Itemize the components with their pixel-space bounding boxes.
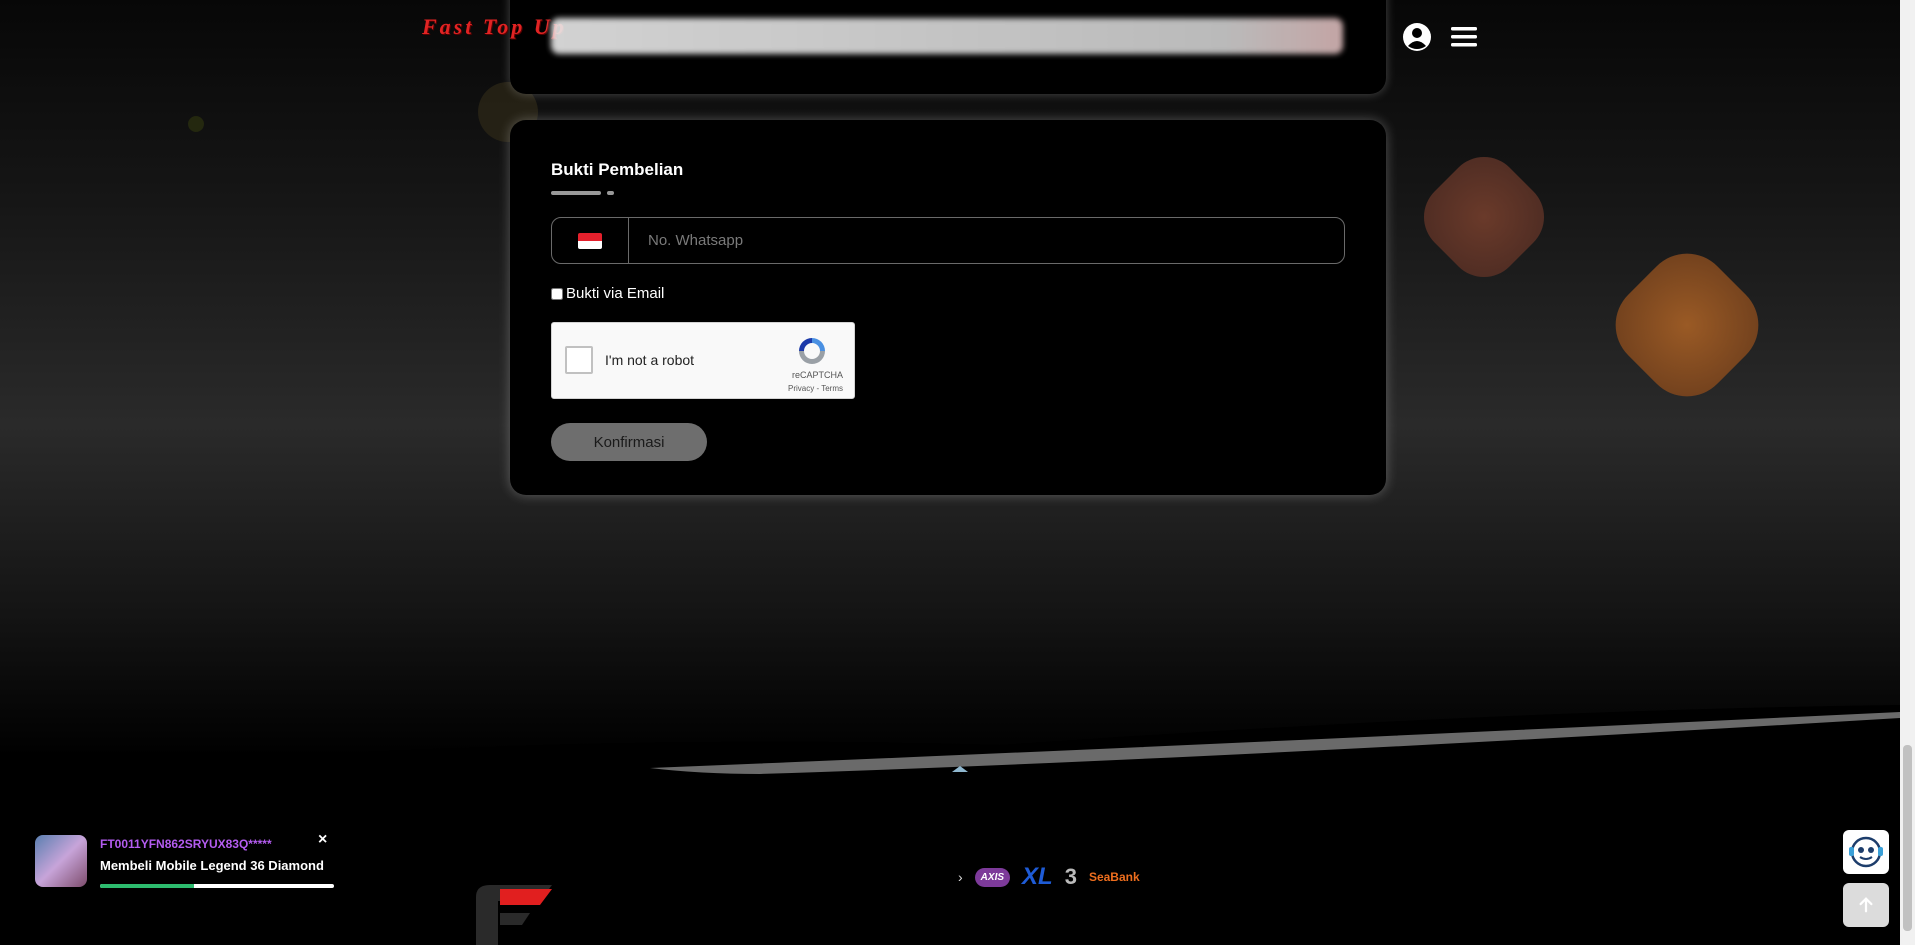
payment-logos: › AXIS XL 3 SeaBank bbox=[958, 862, 1140, 892]
recaptcha-brand: reCAPTCHA bbox=[791, 370, 843, 380]
game-thumbnail bbox=[35, 835, 87, 887]
xl-logo: XL bbox=[1022, 863, 1053, 890]
user-circle-icon[interactable] bbox=[1402, 22, 1432, 52]
email-proof-label: Bukti via Email bbox=[566, 285, 665, 302]
site-logo[interactable]: Fast Top Up bbox=[422, 14, 567, 40]
notification-progress bbox=[100, 884, 334, 888]
country-code-selector[interactable] bbox=[552, 218, 629, 263]
axis-logo: AXIS bbox=[974, 867, 1011, 887]
purchase-proof-card: Bukti Pembelian Bukti via Email I'm not … bbox=[510, 120, 1386, 495]
title-underline bbox=[551, 191, 601, 195]
notification-message: Membeli Mobile Legend 36 Diamond bbox=[100, 858, 324, 873]
email-proof-option[interactable]: Bukti via Email bbox=[551, 285, 664, 302]
footer-wave bbox=[0, 705, 1900, 790]
payment-logo-mark: › bbox=[958, 869, 963, 885]
page: Fast Top Up Bukti Pembelian Bukt bbox=[0, 0, 1900, 945]
header: Fast Top Up bbox=[0, 0, 1900, 66]
close-icon[interactable]: × bbox=[318, 831, 327, 849]
seabank-logo: SeaBank bbox=[1088, 870, 1140, 884]
recaptcha-logo-icon bbox=[799, 338, 825, 364]
scrollbar-thumb[interactable] bbox=[1903, 745, 1912, 931]
card-title: Bukti Pembelian bbox=[551, 160, 684, 179]
email-proof-checkbox[interactable] bbox=[551, 287, 563, 300]
recaptcha-checkbox[interactable] bbox=[565, 346, 593, 374]
back-to-top-button[interactable] bbox=[1843, 883, 1889, 927]
chat-support-button[interactable] bbox=[1843, 830, 1889, 874]
hamburger-menu-icon[interactable] bbox=[1449, 22, 1479, 52]
three-logo: 3 bbox=[1064, 864, 1077, 889]
indonesia-flag-icon bbox=[578, 232, 602, 249]
recaptcha-links[interactable]: Privacy - Terms bbox=[788, 384, 843, 393]
recaptcha-label: I'm not a robot bbox=[605, 352, 695, 368]
footer-logo bbox=[476, 885, 552, 945]
title-underline-dot bbox=[607, 191, 614, 195]
notification-progress-fill bbox=[100, 884, 194, 888]
arrow-up-icon bbox=[1859, 897, 1873, 913]
purchase-notification: FT0011YFN862SRYUX83Q***** Membeli Mobile… bbox=[35, 831, 335, 892]
decorative-blob bbox=[1597, 235, 1777, 415]
decorative-blob bbox=[1409, 142, 1559, 292]
chat-support-icon bbox=[1849, 836, 1883, 868]
confirm-button[interactable]: Konfirmasi bbox=[551, 423, 707, 461]
recaptcha-widget: I'm not a robot reCAPTCHA Privacy - Term… bbox=[551, 322, 855, 399]
page-scrollbar[interactable] bbox=[1900, 0, 1915, 945]
whatsapp-input[interactable] bbox=[629, 218, 1344, 263]
search-bar[interactable] bbox=[551, 18, 1343, 54]
whatsapp-field-group bbox=[551, 217, 1345, 264]
decorative-dot bbox=[188, 116, 204, 132]
transaction-id: FT0011YFN862SRYUX83Q***** bbox=[100, 837, 272, 851]
